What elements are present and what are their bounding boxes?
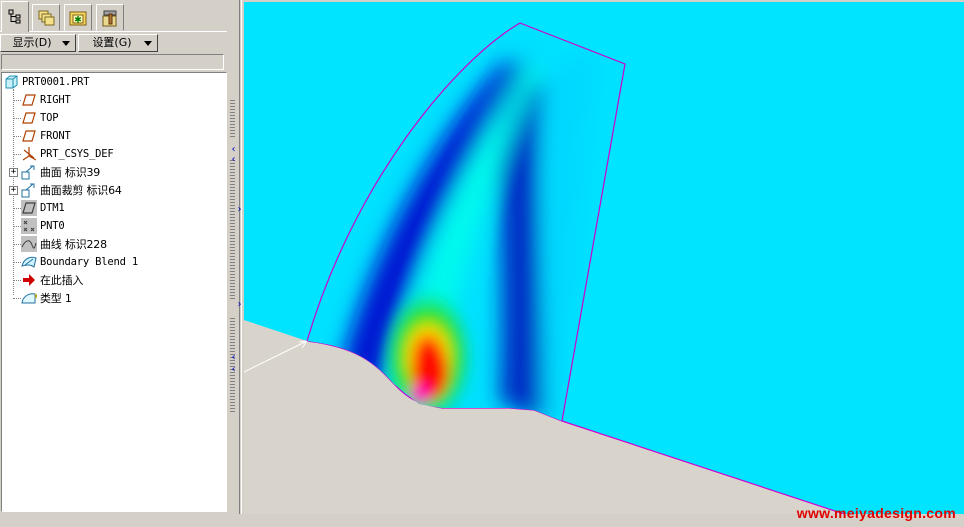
tree-item-label: PNT0 bbox=[40, 220, 65, 232]
datum-plane-icon bbox=[21, 110, 37, 126]
expand-right-icon[interactable]: › bbox=[235, 205, 244, 215]
splitter-edge bbox=[239, 0, 240, 514]
tree-root-label: PRT0001.PRT bbox=[22, 76, 90, 88]
splitter-edge-light bbox=[241, 0, 242, 514]
collapse-left-icon[interactable]: ‹ bbox=[229, 353, 238, 363]
tree-item-front[interactable]: FRONT bbox=[21, 127, 71, 145]
settings-dropdown-arrow-icon bbox=[144, 41, 152, 46]
layers-tab[interactable] bbox=[32, 4, 60, 31]
tree-item-surface-trim[interactable]: 曲面裁剪 标识64 bbox=[21, 181, 122, 199]
collapse-left-icon[interactable]: ‹ bbox=[229, 145, 238, 155]
model-graphics bbox=[244, 22, 845, 514]
tree-connector bbox=[13, 154, 21, 155]
tree-item-surface[interactable]: 曲面 标识39 bbox=[21, 163, 100, 181]
tree-connector bbox=[13, 298, 21, 299]
tree-item-csys[interactable]: PRT_CSYS_DEF bbox=[21, 145, 114, 163]
boundary-blend-icon bbox=[21, 254, 37, 270]
collapse-left-icon[interactable]: ‹ bbox=[229, 155, 238, 165]
show-menu-button[interactable]: 显示(D) bbox=[0, 34, 76, 52]
show-menu-label: 显示(D) bbox=[12, 36, 52, 49]
expand-right-icon[interactable]: › bbox=[235, 300, 244, 310]
datum-plane-icon bbox=[21, 200, 37, 216]
tree-item-right[interactable]: RIGHT bbox=[21, 91, 71, 109]
watermark: www.meiyadesign.com bbox=[796, 505, 956, 521]
svg-text:✱: ✱ bbox=[74, 15, 82, 25]
tree-connector bbox=[13, 226, 21, 227]
part-icon bbox=[3, 74, 19, 90]
insert-here-arrow-icon bbox=[21, 272, 37, 288]
tree-item-label: FRONT bbox=[40, 130, 71, 142]
tree-connector bbox=[13, 100, 21, 101]
tab-divider bbox=[0, 31, 230, 32]
surface-icon bbox=[21, 164, 37, 180]
tree-filter-field[interactable] bbox=[1, 54, 224, 70]
tree-item-pnt0[interactable]: PNT0 bbox=[21, 217, 65, 235]
splitter-grip[interactable] bbox=[230, 100, 235, 138]
show-dropdown-arrow-icon bbox=[62, 41, 70, 46]
tree-item-label: Boundary Blend 1 bbox=[40, 256, 138, 268]
tools-tab[interactable] bbox=[96, 4, 124, 31]
tree-item-insert-here[interactable]: 在此插入 bbox=[21, 271, 83, 289]
model-tree-tab[interactable] bbox=[1, 1, 29, 32]
surface-trim-icon bbox=[21, 182, 37, 198]
datum-plane-icon bbox=[21, 128, 37, 144]
settings-menu-label: 设置(G) bbox=[92, 36, 132, 49]
datum-plane-icon bbox=[21, 92, 37, 108]
tree-connector bbox=[13, 280, 21, 281]
tree-connector bbox=[13, 136, 21, 137]
svg-text:✱: ✱ bbox=[34, 292, 37, 301]
layers-icon bbox=[38, 10, 55, 25]
tree-item-label: 类型 1 bbox=[40, 292, 72, 305]
navigator-menu-row: 显示(D) 设置(G) bbox=[0, 34, 230, 52]
tree-item-label: RIGHT bbox=[40, 94, 71, 106]
navigator-panel: ✱ 显示(D) 设置(G) PRT0001.PRT RIGHT TOP FRON… bbox=[0, 0, 230, 527]
collapse-left-icon[interactable]: ‹ bbox=[229, 365, 238, 375]
tree-item-label: PRT_CSYS_DEF bbox=[40, 148, 114, 160]
model-tree: PRT0001.PRT RIGHT TOP FRONT PRT_CSYS_DEF… bbox=[1, 72, 227, 512]
datum-point-icon bbox=[21, 218, 37, 234]
tree-item-label: TOP bbox=[40, 112, 59, 124]
tree-item-boundary-blend[interactable]: Boundary Blend 1 bbox=[21, 253, 138, 271]
tree-item-label: 曲面 标识39 bbox=[40, 166, 101, 179]
tree-item-label: 在此插入 bbox=[40, 274, 84, 287]
tree-connector bbox=[13, 244, 21, 245]
tree-item-top[interactable]: TOP bbox=[21, 109, 59, 127]
model-tree-icon bbox=[8, 9, 21, 24]
tree-item-label: 曲线 标识228 bbox=[40, 238, 107, 251]
tree-item-curve[interactable]: 曲线 标识228 bbox=[21, 235, 107, 253]
tree-item-dtm1[interactable]: DTM1 bbox=[21, 199, 65, 217]
folder-star-icon: ✱ bbox=[69, 11, 87, 25]
settings-menu-button[interactable]: 设置(G) bbox=[78, 34, 158, 52]
navigator-tabs: ✱ bbox=[0, 0, 230, 33]
tree-item-analysis[interactable]: ✱ 类型 1 bbox=[21, 289, 72, 307]
tree-root[interactable]: PRT0001.PRT bbox=[3, 73, 90, 91]
curve-icon bbox=[21, 236, 37, 252]
tree-connector bbox=[13, 208, 21, 209]
graphics-viewport[interactable] bbox=[244, 2, 964, 514]
splitter-grip[interactable] bbox=[230, 160, 235, 300]
surface-analysis-icon: ✱ bbox=[21, 290, 37, 306]
expand-toggle[interactable]: + bbox=[9, 168, 18, 177]
hammer-icon bbox=[102, 10, 117, 26]
tree-item-label: 曲面裁剪 标识64 bbox=[40, 184, 122, 197]
tree-connector bbox=[13, 262, 21, 263]
tree-connector bbox=[13, 118, 21, 119]
tree-item-label: DTM1 bbox=[40, 202, 65, 214]
expand-toggle[interactable]: + bbox=[9, 186, 18, 195]
coordinate-system-icon bbox=[21, 146, 37, 162]
favorites-tab[interactable]: ✱ bbox=[64, 4, 92, 31]
